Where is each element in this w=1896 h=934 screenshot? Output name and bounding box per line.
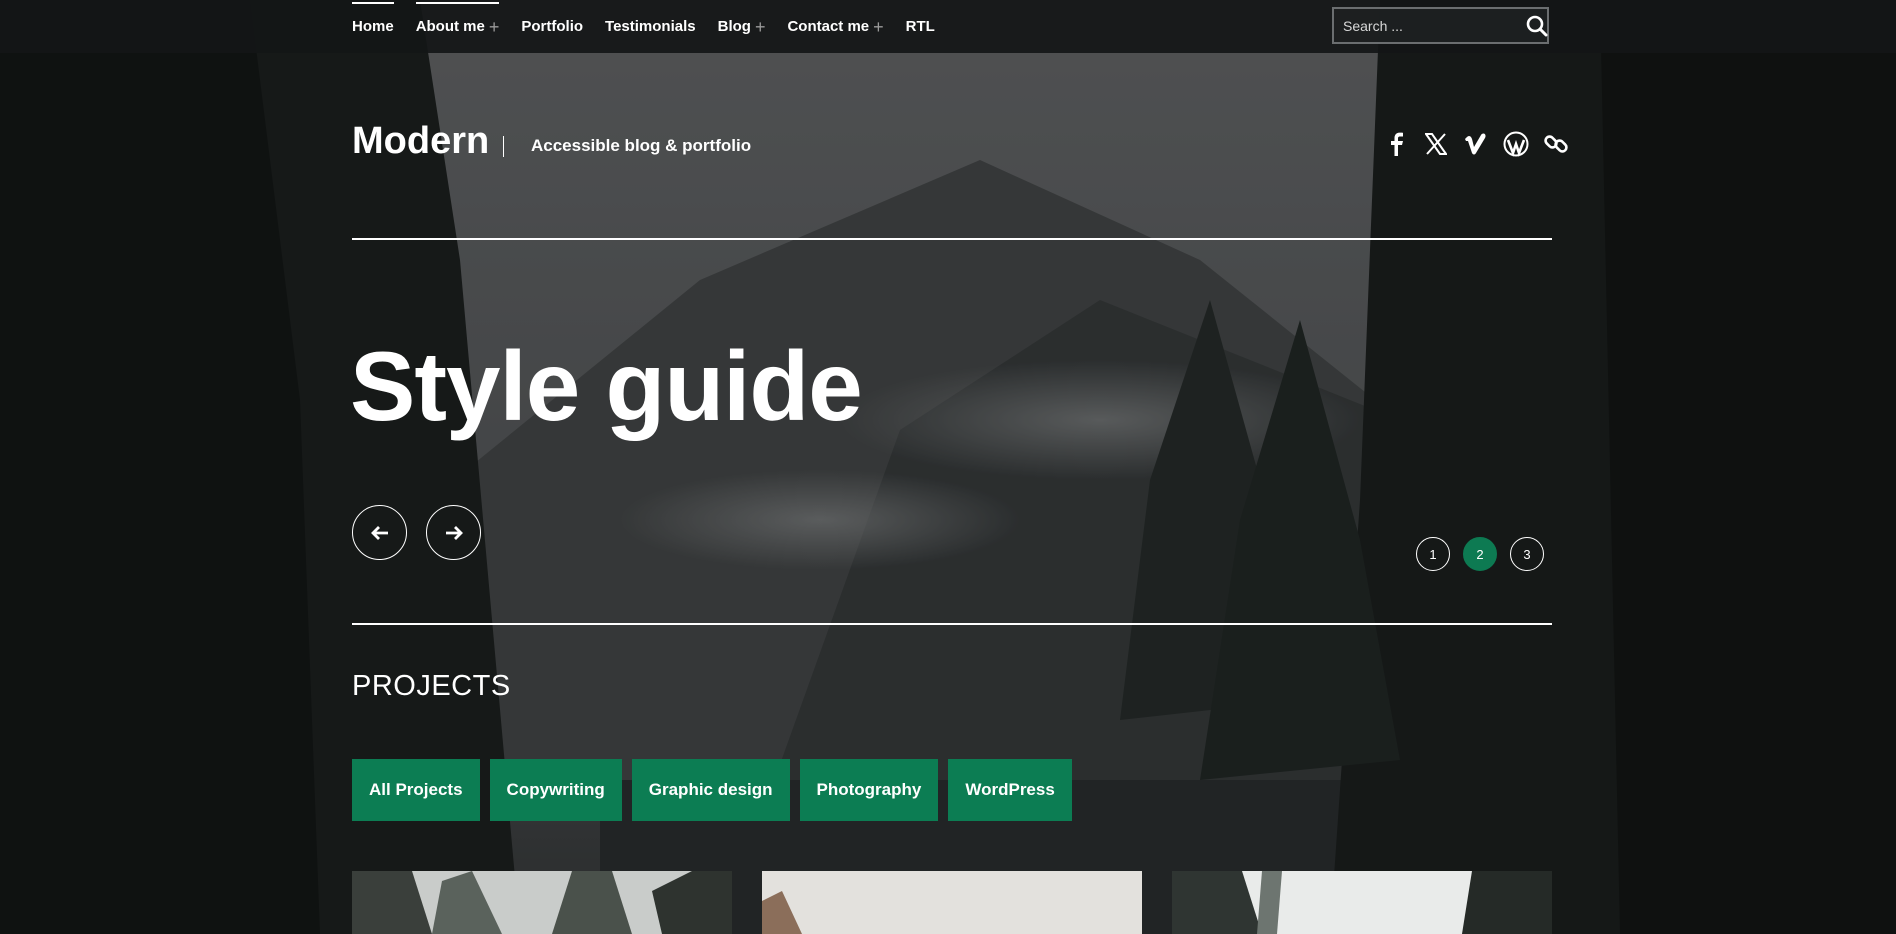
filter-graphic-design[interactable]: Graphic design [631, 759, 790, 821]
arrow-right-icon [445, 525, 463, 540]
filter-all-projects[interactable]: All Projects [352, 759, 480, 821]
project-thumbnail[interactable] [762, 871, 1142, 934]
nav-item-label: Blog [717, 18, 751, 35]
link-icon[interactable] [1542, 130, 1570, 158]
slider-next-button[interactable] [426, 505, 481, 560]
project-thumbnail[interactable] [352, 871, 732, 934]
slide-dot-3[interactable]: 3 [1510, 537, 1544, 571]
x-icon[interactable] [1422, 130, 1450, 158]
projects-heading: PROJECTS [352, 670, 511, 702]
nav-item-contact-me[interactable]: Contact me + [787, 0, 883, 53]
site-tagline: Accessible blog & portfolio [531, 136, 752, 155]
nav-item-home[interactable]: Home [352, 0, 394, 53]
search-form [1332, 7, 1549, 44]
project-thumbnail[interactable] [1172, 871, 1552, 934]
title-separator [503, 136, 504, 157]
filter-wordpress[interactable]: WordPress [948, 759, 1072, 821]
slide-dot-2[interactable]: 2 [1463, 537, 1497, 571]
site-title[interactable]: Modern [352, 120, 489, 163]
search-input[interactable] [1334, 16, 1526, 35]
nav-item-testimonials[interactable]: Testimonials [605, 0, 696, 53]
slide-title[interactable]: Style guide [350, 330, 863, 443]
slider-prev-button[interactable] [352, 505, 407, 560]
submenu-plus-icon[interactable]: + [755, 18, 766, 36]
nav-item-label: Home [352, 18, 394, 35]
nav-item-label: Testimonials [605, 18, 696, 35]
project-filters: All Projects Copywriting Graphic design … [352, 759, 1082, 821]
facebook-icon[interactable] [1382, 130, 1410, 158]
nav-item-label: Portfolio [521, 18, 584, 35]
submenu-plus-icon[interactable]: + [873, 18, 884, 36]
vimeo-icon[interactable] [1462, 130, 1490, 158]
nav-item-label: Contact me [787, 18, 870, 35]
nav-item-portfolio[interactable]: Portfolio [521, 0, 583, 53]
slide-dot-1[interactable]: 1 [1416, 537, 1450, 571]
top-navigation-bar: Home About me + Portfolio Testimonials B… [0, 0, 1896, 53]
nav-item-rtl[interactable]: RTL [906, 0, 935, 53]
nav-item-about-me[interactable]: About me + [415, 0, 500, 53]
header-divider [352, 238, 1552, 240]
submenu-plus-icon[interactable]: + [489, 18, 500, 36]
wordpress-icon[interactable] [1502, 130, 1530, 158]
hero-divider [352, 623, 1552, 625]
filter-copywriting[interactable]: Copywriting [489, 759, 622, 821]
social-links [1370, 130, 1570, 158]
filter-photography[interactable]: Photography [799, 759, 939, 821]
slider-pagination: 1 2 3 [1416, 537, 1557, 571]
nav-item-blog[interactable]: Blog + [718, 0, 766, 53]
search-icon[interactable] [1526, 15, 1548, 37]
primary-menu: Home About me + Portfolio Testimonials B… [352, 0, 957, 53]
nav-item-label: RTL [905, 18, 935, 35]
nav-item-label: About me [415, 18, 485, 35]
arrow-left-icon [370, 525, 388, 540]
